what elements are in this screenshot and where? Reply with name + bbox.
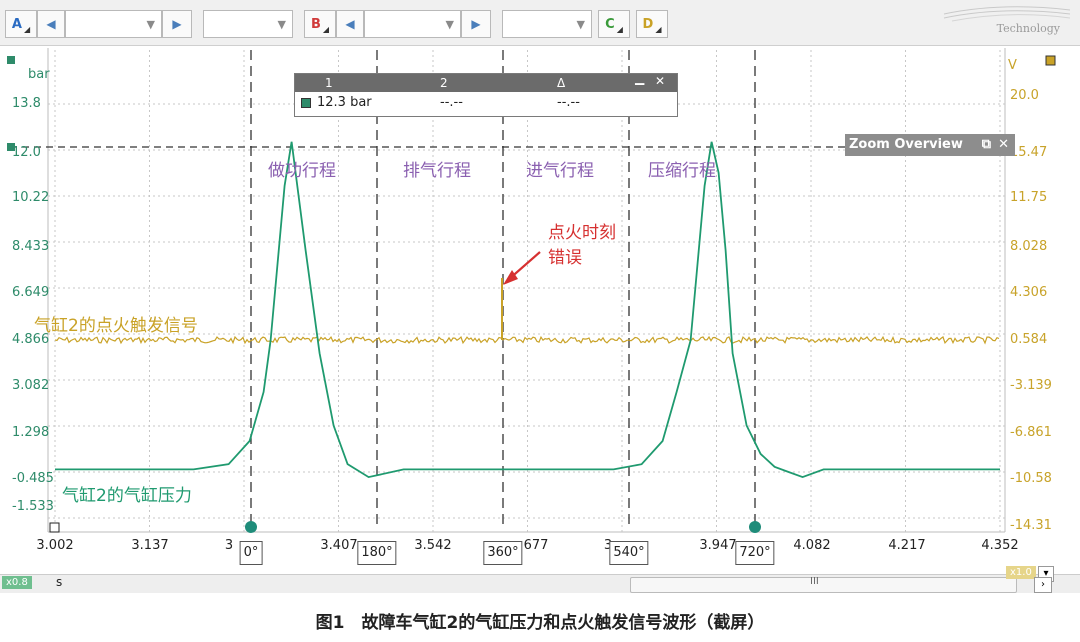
channel-a-coupling-select[interactable]: ▼ [203, 10, 293, 38]
angle-label[interactable]: 720° [735, 541, 775, 565]
x-tick: 3.002 [36, 538, 74, 553]
brand-label: Technology [996, 22, 1060, 35]
chevron-down-icon: ▼ [146, 18, 155, 31]
x-unit-label: s [56, 575, 63, 589]
logo-swoosh-icon [943, 6, 1071, 22]
scroll-thumb[interactable] [630, 577, 1017, 593]
x-tick: 3.407 [320, 538, 358, 553]
right-tick: -10.58 [1010, 471, 1052, 486]
channel-d-button[interactable]: D ◢ [636, 10, 668, 38]
left-tick: 13.8 [12, 96, 41, 111]
toolbar: A ◢ ◀ ▼ ▶ ▼ B ◢ ◀ ▼ ▶ ▼ C ◢ D ◢ Technology [0, 0, 1080, 46]
left-tick: 3.082 [12, 378, 50, 393]
horizontal-scrollbar[interactable]: x0.8 s III x1.0 ▾ › [0, 566, 1080, 593]
channel-a-prev-button[interactable]: ◀ [37, 10, 65, 38]
right-axis-unit: V [1008, 58, 1017, 73]
left-tick: -1.533 [12, 499, 54, 514]
measurement-panel[interactable]: 1 2 Δ ▁ ✕ 12.3 bar --.-- --.-- [294, 71, 678, 117]
angle-label[interactable]: 540° [609, 541, 649, 565]
ignition-trace [54, 335, 1000, 345]
chevron-down-icon: ▼ [277, 18, 286, 31]
right-tick: -6.861 [1010, 425, 1052, 440]
x-tick: 3.137 [131, 538, 169, 553]
left-tick: 6.649 [12, 285, 50, 300]
measurement-header: 1 2 Δ ▁ ✕ [295, 71, 677, 92]
right-tick: -14.31 [1010, 518, 1052, 533]
right-tick: 4.306 [1010, 285, 1048, 300]
x-tick: 4.082 [793, 538, 831, 553]
channel-c-button[interactable]: C ◢ [598, 10, 630, 38]
stage-label-power: 做功行程 [268, 161, 336, 181]
right-tick: 15.47 [1010, 145, 1048, 160]
x-tick: 3 [224, 538, 234, 553]
minimize-icon[interactable]: ▁ [635, 71, 644, 85]
right-tick: 0.584 [1010, 332, 1048, 347]
left-tick: -0.485 [12, 471, 54, 486]
origin-marker [49, 522, 60, 533]
scroll-grip: III [810, 576, 819, 587]
right-tick: 11.75 [1010, 190, 1048, 205]
left-zoom-indicator: x0.8 [2, 576, 32, 589]
x-tick: 4.352 [981, 538, 1019, 553]
right-tick: 20.0 [1010, 88, 1039, 103]
channel-a-button[interactable]: A ◢ [5, 10, 37, 38]
chevron-left-icon: ◀ [345, 17, 355, 31]
channel-a-range-select[interactable]: ▼ [65, 10, 162, 38]
restore-icon[interactable]: ⧉ [982, 134, 991, 156]
chevron-down-icon: ▼ [576, 18, 585, 31]
angle-label[interactable]: 360° [483, 541, 523, 565]
cursor-handle[interactable] [749, 521, 761, 533]
chevron-right-icon: ▶ [471, 17, 481, 31]
x-tick: 677 [523, 538, 549, 553]
angle-label[interactable]: 0° [239, 541, 263, 565]
channel-b-coupling-select[interactable]: ▼ [502, 10, 592, 38]
annotation-line1: 点火时刻 [548, 223, 616, 243]
series-label-ignition: 气缸2的点火触发信号 [34, 316, 198, 336]
right-tick: -3.139 [1010, 378, 1052, 393]
stage-label-intake: 进气行程 [526, 161, 594, 181]
left-tick: 10.22 [12, 190, 50, 205]
chevron-right-icon: ▶ [172, 17, 182, 31]
x-tick: 3.947 [699, 538, 737, 553]
series-label-pressure: 气缸2的气缸压力 [62, 486, 192, 506]
measurement-row: 12.3 bar --.-- --.-- [295, 92, 677, 114]
left-tick: 8.433 [12, 239, 50, 254]
channel-a-next-button[interactable]: ▶ [162, 10, 192, 38]
chevron-down-icon: ▼ [445, 18, 454, 31]
chevron-right-icon[interactable]: › [1034, 577, 1052, 593]
channel-b-button[interactable]: B ◢ [304, 10, 336, 38]
close-icon[interactable]: ✕ [655, 74, 665, 88]
figure-caption: 图1 故障车气缸2的气缸压力和点火触发信号波形（截屏） [315, 613, 765, 633]
left-tick: 12.0 [12, 145, 41, 160]
right-zoom-indicator: x1.0 [1006, 566, 1036, 579]
close-icon[interactable]: ✕ [998, 134, 1009, 156]
x-tick: 4.217 [888, 538, 926, 553]
stage-label-compression: 压缩行程 [648, 161, 716, 181]
chevron-left-icon: ◀ [46, 17, 56, 31]
channel-a-marker[interactable] [7, 56, 15, 64]
annotation-line2: 错误 [548, 248, 582, 268]
channel-a-swatch [301, 98, 311, 108]
left-tick: 1.298 [12, 425, 50, 440]
zoom-overview-panel[interactable]: Zoom Overview ⧉ ✕ [845, 134, 1015, 156]
x-tick: 3.542 [414, 538, 452, 553]
stage-label-exhaust: 排气行程 [403, 161, 471, 181]
right-tick: 8.028 [1010, 239, 1048, 254]
cursor-handle[interactable] [245, 521, 257, 533]
angle-label[interactable]: 180° [357, 541, 397, 565]
channel-b-next-button[interactable]: ▶ [461, 10, 491, 38]
channel-b-prev-button[interactable]: ◀ [336, 10, 364, 38]
left-axis-unit: bar [28, 67, 50, 82]
channel-b-range-select[interactable]: ▼ [364, 10, 461, 38]
